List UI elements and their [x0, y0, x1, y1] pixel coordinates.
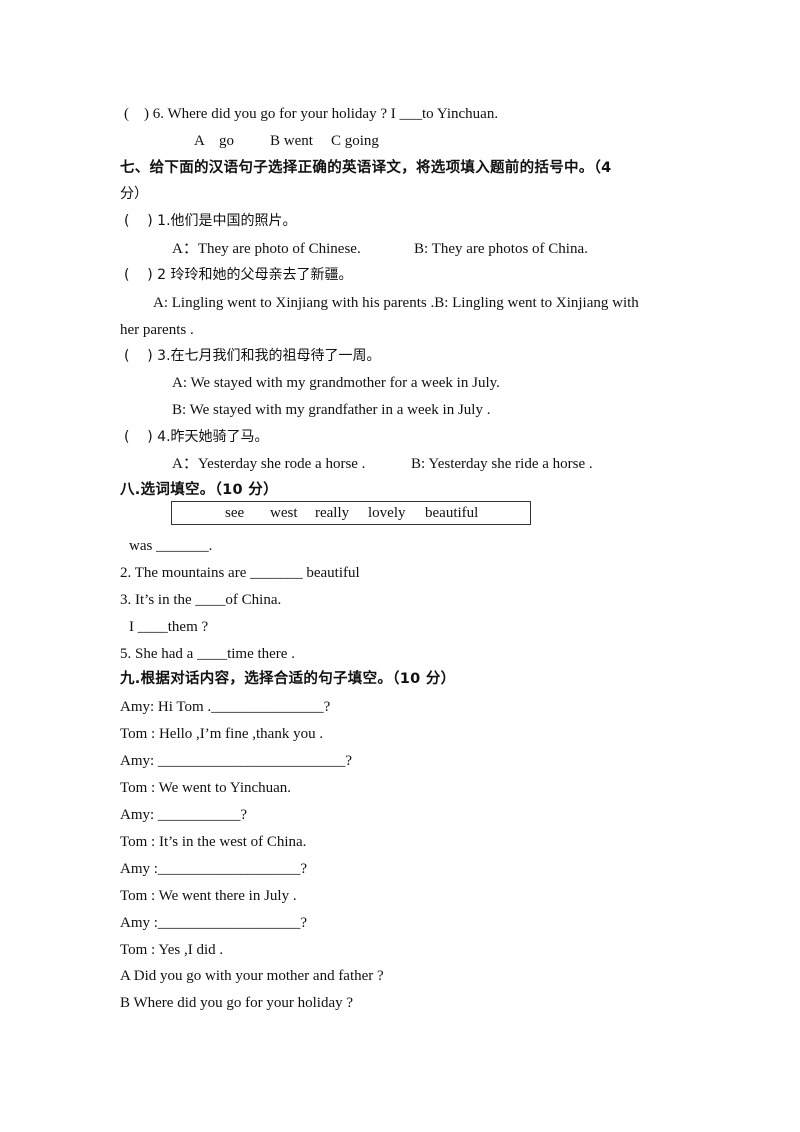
- s7-item-3-stem: ( ) 3.在七月我们和我的祖母待了一周。: [124, 348, 381, 364]
- choice-a: A Did you go with your mother and father…: [120, 968, 384, 984]
- s7-item-2-stem: ( ) 2 玲玲和她的父母亲去了新疆。: [124, 267, 353, 283]
- dialogue-line: Amy :___________________?: [120, 861, 308, 877]
- s7-item-1-option-b: B: They are photos of China.: [414, 241, 588, 257]
- dialogue-line: Tom : We went there in July .: [120, 888, 297, 904]
- s7-item-4-option-b: B: Yesterday she ride a horse .: [411, 456, 593, 472]
- s7-item-3-option-b: B: We stayed with my grandfather in a we…: [172, 402, 491, 418]
- s8-item-1: was _______.: [129, 538, 213, 554]
- choice-b: B Where did you go for your holiday ?: [120, 995, 354, 1011]
- s7-item-2-option-b: her parents .: [120, 322, 194, 338]
- dialogue-line: Tom : We went to Yinchuan.: [120, 780, 292, 796]
- word-bank-word: beautiful: [425, 505, 479, 521]
- word-bank-box: see west really lovely beautiful: [171, 501, 531, 525]
- s7-item-1-option-a: A：They are photo of Chinese.: [172, 241, 361, 257]
- s7-item-4-option-a: A：Yesterday she rode a horse .: [172, 456, 366, 472]
- s8-item-4: I ____them ?: [129, 619, 209, 635]
- s7-item-2-option-a: A: Lingling went to Xinjiang with his pa…: [153, 295, 639, 311]
- s8-item-5: 5. She had a ____time there .: [120, 646, 295, 662]
- word-bank-word: west: [270, 505, 298, 521]
- s7-item-4-stem: ( ) 4.昨天她骑了马。: [124, 429, 269, 445]
- word-bank-word: lovely: [368, 505, 406, 521]
- q6-option-b: B went: [270, 133, 313, 149]
- word-bank-word: really: [315, 505, 350, 521]
- section-7-title-cont: 分）: [120, 186, 148, 202]
- section-8-title: 八.选词填空。（10 分）: [120, 482, 278, 498]
- section-7-title: 七、给下面的汉语句子选择正确的英语译文，将选项填入题前的括号中。（4: [120, 160, 612, 176]
- dialogue-line: Tom : Yes ,I did .: [120, 942, 224, 958]
- word-bank-word: see: [225, 505, 245, 521]
- dialogue-line: Amy: _________________________?: [120, 753, 353, 769]
- dialogue-line: Amy :___________________?: [120, 915, 308, 931]
- q6-option-a: A go: [194, 133, 235, 149]
- dialogue-line: Tom : It’s in the west of China.: [120, 834, 307, 850]
- q6-option-c: C going: [331, 133, 379, 149]
- s7-item-1-stem: ( ) 1.他们是中国的照片。: [124, 213, 297, 229]
- dialogue-line: Tom : Hello ,I’m fine ,thank you .: [120, 726, 324, 742]
- dialogue-line: Amy: ___________?: [120, 807, 248, 823]
- dialogue-line: Amy: Hi Tom ._______________?: [120, 699, 331, 715]
- s8-item-3: 3. It’s in the ____of China.: [120, 592, 282, 608]
- s7-item-3-option-a: A: We stayed with my grandmother for a w…: [172, 375, 500, 391]
- s8-item-2: 2. The mountains are _______ beautiful: [120, 565, 360, 581]
- section-9-title: 九.根据对话内容，选择合适的句子填空。（10 分）: [120, 671, 456, 687]
- question-6: ( ) 6. Where did you go for your holiday…: [124, 106, 499, 122]
